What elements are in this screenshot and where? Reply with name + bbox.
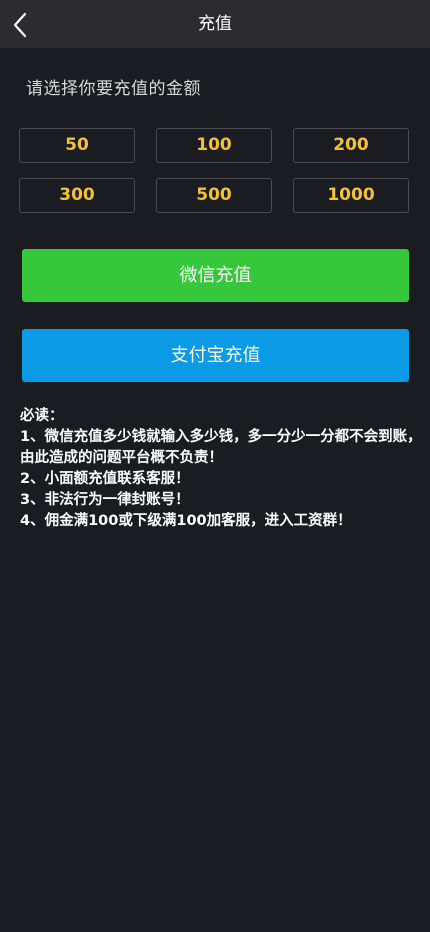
notice-line-2: 2、小面额充值联系客服！: [20, 471, 190, 487]
amount-option-500[interactable]: 500: [156, 178, 272, 213]
back-button[interactable]: [6, 4, 46, 44]
notice-line-3: 3、非法行为一律封账号！: [20, 492, 190, 508]
chevron-left-icon: [13, 12, 27, 38]
page-title: 充值: [198, 14, 232, 34]
amount-option-1000[interactable]: 1000: [293, 178, 409, 213]
amount-option-100[interactable]: 100: [156, 128, 272, 163]
notice-section: 必读： 1、微信充值多少钱就输入多少钱，多一分少一分都不会到账，由此造成的问题平…: [20, 406, 422, 532]
amount-prompt: 请选择你要充值的金额: [26, 79, 201, 99]
notice-line-4: 4、佣金满100或下级满100加客服，进入工资群！: [20, 513, 352, 529]
alipay-button[interactable]: 支付宝充值: [22, 329, 409, 382]
amount-option-50[interactable]: 50: [19, 128, 135, 163]
wechat-pay-button[interactable]: 微信充值: [22, 249, 409, 302]
notice-heading: 必读：: [20, 408, 64, 424]
amount-grid: 50 100 200 300 500 1000: [19, 128, 411, 215]
notice-line-1: 1、微信充值多少钱就输入多少钱，多一分少一分都不会到账，由此造成的问题平台概不负…: [20, 429, 422, 466]
top-bar: 充值: [0, 0, 430, 48]
amount-option-300[interactable]: 300: [19, 178, 135, 213]
amount-option-200[interactable]: 200: [293, 128, 409, 163]
